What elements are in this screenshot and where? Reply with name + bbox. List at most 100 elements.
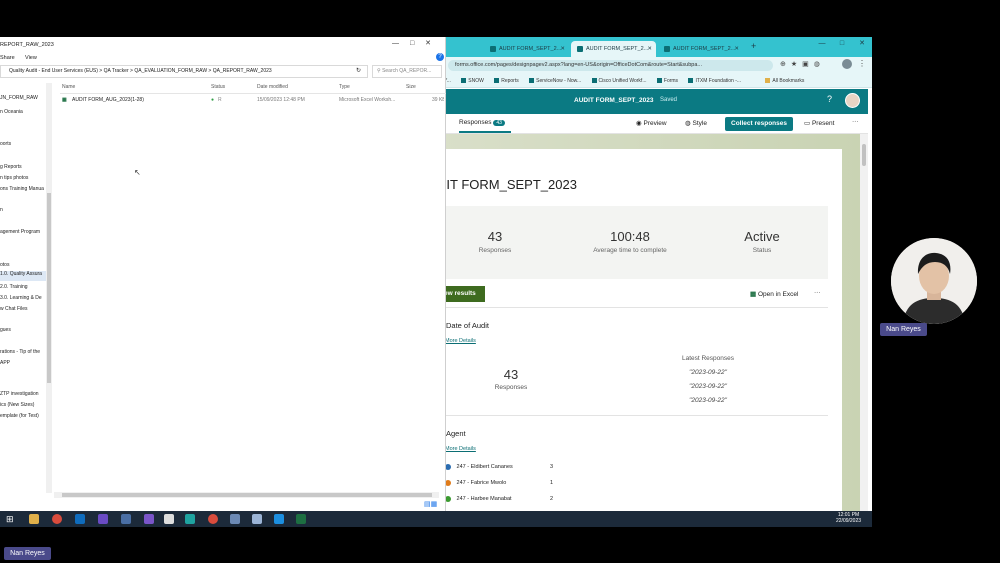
nav-item[interactable]: n tips photos <box>0 175 28 181</box>
nav-item[interactable]: g Reports <box>0 164 22 170</box>
file-explorer-icon[interactable] <box>29 514 39 524</box>
nav-item[interactable]: oorts <box>0 141 11 147</box>
app-icon[interactable] <box>121 514 131 524</box>
app-icon[interactable] <box>144 514 154 524</box>
preview-button[interactable]: ◉ Preview <box>636 119 667 127</box>
palette-icon: ◍ <box>685 120 691 127</box>
column-name[interactable]: Name <box>62 84 75 90</box>
nav-item[interactable]: APP <box>0 360 10 366</box>
more-details-link[interactable]: More Details <box>445 338 476 344</box>
search-icon: ⚲ <box>377 68 381 74</box>
windows-start-icon[interactable]: ⊞ <box>6 514 16 524</box>
scroll-thumb[interactable] <box>47 193 51 383</box>
column-type[interactable]: Type <box>339 84 350 90</box>
system-clock[interactable]: 12:01 PM 22/09/2023 <box>836 512 861 524</box>
scroll-thumb[interactable] <box>862 144 866 166</box>
nav-scrollbar[interactable] <box>46 83 52 493</box>
nav-item[interactable]: emplate (for Test) <box>0 413 39 419</box>
participant-name-tile: Nan Reyes <box>880 323 927 336</box>
more-options-icon[interactable]: ··· <box>814 289 821 296</box>
app-icon[interactable] <box>252 514 262 524</box>
nav-item[interactable]: ics (New Sizes) <box>0 402 34 408</box>
horizontal-scrollbar[interactable] <box>54 492 439 498</box>
style-button[interactable]: ◍ Style <box>685 119 707 127</box>
bookmark-item[interactable]: Forms <box>656 78 678 84</box>
maximize-button[interactable]: □ <box>410 40 414 47</box>
app-icon[interactable] <box>230 514 240 524</box>
breadcrumb[interactable]: Quality Audit - End User Services (EUS) … <box>0 65 368 78</box>
tab-label: AUDIT FORM_SEPT_2... <box>673 46 736 52</box>
maximize-button[interactable]: □ <box>832 37 852 51</box>
nav-item-selected[interactable]: 1.0. Quality Assura <box>0 271 46 281</box>
help-icon[interactable]: ? <box>436 53 444 61</box>
bookmark-item[interactable]: ServiceNow - Now... <box>529 78 581 84</box>
refresh-icon[interactable]: ↻ <box>356 67 361 74</box>
choice-count: 1 <box>550 480 554 486</box>
view-results-button[interactable]: ew results <box>440 286 485 302</box>
app-icon[interactable] <box>185 514 195 524</box>
ribbon-share[interactable]: Share <box>0 55 15 61</box>
form-title[interactable]: AUDIT FORM_SEPT_2023 <box>574 97 653 104</box>
column-status[interactable]: Status <box>211 84 225 90</box>
chrome-icon[interactable] <box>208 514 218 524</box>
column-size[interactable]: Size <box>406 84 416 90</box>
close-tab-icon[interactable]: ✕ <box>647 41 652 57</box>
nav-item[interactable]: w Chat Files <box>0 306 28 312</box>
user-avatar[interactable] <box>845 93 860 108</box>
close-window-button[interactable]: ✕ <box>425 40 431 47</box>
vertical-scrollbar[interactable] <box>860 134 868 512</box>
new-tab-button[interactable]: + <box>751 41 756 51</box>
open-in-excel-button[interactable]: ▦ Open in Excel <box>750 290 798 298</box>
summary-panel: 43 Responses 100:48 Average time to comp… <box>445 206 828 279</box>
extension-icons[interactable]: ⊕★▣◍ <box>780 60 825 68</box>
scroll-thumb[interactable] <box>62 493 432 497</box>
more-details-link[interactable]: More Details <box>445 446 476 452</box>
nav-item[interactable]: ZTP investigation <box>0 391 39 397</box>
help-icon[interactable]: ? <box>827 94 832 104</box>
outlook-icon[interactable] <box>75 514 85 524</box>
browser-window: AUDIT FORM_SEPT_2... ✕ AUDIT FORM_SEPT_2.… <box>437 37 872 512</box>
collect-responses-button[interactable]: Collect responses <box>725 117 793 131</box>
tab-responses[interactable]: Responses 43 <box>459 119 505 126</box>
style-label: Style <box>692 120 707 127</box>
browser-tab[interactable]: AUDIT FORM_SEPT_2... ✕ <box>658 41 743 57</box>
nav-item[interactable]: n <box>0 207 3 213</box>
ribbon-view[interactable]: View <box>25 55 37 61</box>
app-icon[interactable] <box>164 514 174 524</box>
excel-icon[interactable] <box>296 514 306 524</box>
bookmark-item[interactable]: Reports <box>494 78 519 84</box>
close-window-button[interactable]: ✕ <box>852 37 872 51</box>
chrome-icon[interactable] <box>52 514 62 524</box>
profile-avatar[interactable] <box>842 59 852 69</box>
nav-item[interactable]: 3.0. Learning & De <box>0 295 42 301</box>
search-input[interactable]: ⚲ Search QA_REPOR... <box>372 65 442 78</box>
nav-item[interactable]: rations - Tip of the <box>0 349 40 355</box>
bookmark-item[interactable]: ITXM Foundation -... <box>688 78 741 84</box>
app-icon[interactable] <box>274 514 284 524</box>
close-tab-icon[interactable]: ✕ <box>734 41 739 57</box>
minimize-button[interactable]: — <box>392 40 399 47</box>
all-bookmarks[interactable]: All Bookmarks <box>765 78 804 84</box>
nav-item[interactable]: gues <box>0 327 11 333</box>
nav-item[interactable]: 2.0. Training <box>0 284 28 290</box>
nav-item[interactable]: agement Program <box>0 229 40 235</box>
more-options-icon[interactable]: ··· <box>852 118 859 125</box>
column-date[interactable]: Date modified <box>257 84 288 90</box>
bookmark-item[interactable]: SNOW <box>461 78 484 84</box>
nav-item[interactable]: n Oceania <box>0 109 23 115</box>
nav-item[interactable]: ons Training Manua <box>0 186 44 192</box>
browser-tab-active[interactable]: AUDIT FORM_SEPT_2... ✕ <box>571 41 656 57</box>
nav-item[interactable]: JN_FORM_RAW <box>0 95 38 101</box>
minimize-button[interactable]: — <box>812 37 832 51</box>
menu-icon[interactable]: ⋮ <box>858 59 866 68</box>
close-tab-icon[interactable]: ✕ <box>560 41 565 57</box>
teams-icon[interactable] <box>98 514 108 524</box>
browser-tab[interactable]: AUDIT FORM_SEPT_2... ✕ <box>484 41 569 57</box>
nav-item[interactable]: otos <box>0 262 9 268</box>
table-row[interactable]: ▦ AUDIT FORM_AUG_2023(1-28) ● R 15/09/20… <box>60 96 446 106</box>
url-field[interactable]: forms.office.com/pages/designpagev2.aspx… <box>448 60 773 71</box>
bookmark-item[interactable]: Cisco Unified Workf... <box>591 78 647 84</box>
browser-tab-bar: AUDIT FORM_SEPT_2... ✕ AUDIT FORM_SEPT_2.… <box>440 37 872 57</box>
view-toggle-icons[interactable]: ▤▦ <box>424 500 437 508</box>
present-button[interactable]: ▭ Present <box>804 119 834 127</box>
